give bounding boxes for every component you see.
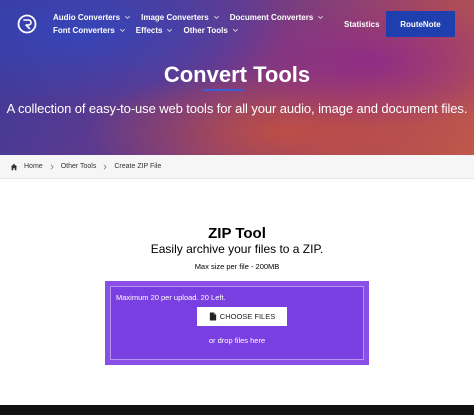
- home-icon[interactable]: [10, 163, 18, 171]
- breadcrumb-home[interactable]: Home: [24, 163, 43, 170]
- nav-label: Document Converters: [229, 13, 314, 22]
- nav-other-tools[interactable]: Other Tools: [183, 26, 238, 35]
- page-title: Convert Tools: [163, 62, 311, 87]
- nav-label: Image Converters: [141, 13, 209, 22]
- choose-files-button[interactable]: CHOOSE FILES: [197, 307, 287, 326]
- chevron-down-icon: [232, 28, 238, 32]
- nav-document-converters[interactable]: Document Converters: [230, 13, 325, 22]
- breadcrumb-other-tools[interactable]: Other Tools: [61, 163, 97, 170]
- file-dropzone[interactable]: Maximum 20 per upload. 20 Left. CHOOSE F…: [105, 281, 369, 365]
- file-icon: [209, 312, 216, 321]
- routenote-button[interactable]: RouteNote: [386, 11, 455, 37]
- nav-label: Audio Converters: [53, 13, 121, 22]
- chevron-down-icon: [318, 15, 324, 19]
- upload-limit-text: Maximum 20 per upload. 20 Left.: [116, 293, 226, 302]
- chevron-down-icon: [213, 15, 219, 19]
- nav-image-converters[interactable]: Image Converters: [141, 13, 220, 22]
- statistics-link[interactable]: Statistics: [344, 20, 380, 29]
- choose-files-label: CHOOSE FILES: [219, 312, 276, 321]
- breadcrumb: Home Other Tools Create ZIP File: [0, 155, 474, 179]
- nav-font-converters[interactable]: Font Converters: [53, 26, 126, 35]
- dropzone-inner[interactable]: Maximum 20 per upload. 20 Left. CHOOSE F…: [110, 286, 364, 360]
- chevron-right-icon: [50, 163, 54, 170]
- routenote-logo-icon[interactable]: [17, 14, 37, 34]
- title-underline: [203, 89, 243, 91]
- tool-subtitle: Easily archive your files to a ZIP.: [150, 242, 324, 256]
- chevron-right-icon: [103, 163, 108, 170]
- chevron-down-icon: [119, 28, 125, 32]
- max-size-text: Max size per file - 200MB: [194, 262, 280, 271]
- bottom-bar: [0, 405, 474, 415]
- page-subtitle: A collection of easy-to-use web tools fo…: [6, 101, 468, 116]
- nav-label: Font Converters: [53, 26, 115, 35]
- chevron-down-icon: [125, 15, 131, 19]
- nav-label: Effects: [135, 26, 163, 35]
- chevron-down-icon: [167, 28, 173, 32]
- nav-label: Other Tools: [183, 26, 228, 35]
- drop-files-text: or drop files here: [208, 336, 266, 345]
- hero-header: Audio Converters Image Converters Docume…: [0, 0, 474, 155]
- tool-title: ZIP Tool: [208, 225, 266, 242]
- nav-row-primary: Audio Converters Image Converters Docume…: [53, 13, 324, 22]
- breadcrumb-current: Create ZIP File: [114, 163, 162, 170]
- nav-audio-converters[interactable]: Audio Converters: [53, 13, 131, 22]
- nav-effects[interactable]: Effects: [136, 26, 174, 35]
- nav-row-secondary: Font Converters Effects Other Tools: [53, 26, 239, 35]
